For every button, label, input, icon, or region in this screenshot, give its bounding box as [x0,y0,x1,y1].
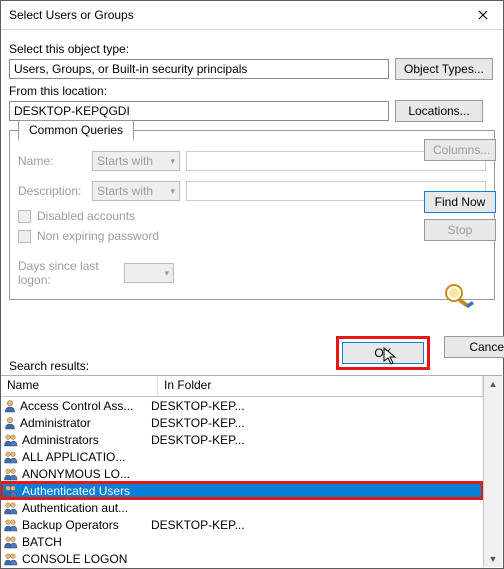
result-folder: DESKTOP-KEP... [147,518,483,532]
result-name: Access Control Ass... [20,399,133,413]
result-row[interactable]: Administrator DESKTOP-KEP... [1,414,483,431]
result-row[interactable]: BATCH [1,533,483,550]
tab-common-queries[interactable]: Common Queries [18,120,134,140]
chevron-down-icon: ▾ [170,186,175,197]
result-name: Backup Operators [22,518,119,532]
result-name: Administrators [22,433,99,447]
column-header-folder[interactable]: In Folder [158,376,483,396]
result-row[interactable]: Access Control Ass... DESKTOP-KEP... [1,397,483,414]
name-label: Name: [18,154,86,168]
result-name-cell: Administrators [1,433,147,447]
search-results: Name In Folder Access Control Ass... DESK… [1,375,502,567]
ok-button[interactable]: OK [342,342,424,364]
result-name-cell: Administrator [1,416,147,430]
name-mode-value: Starts with [97,154,153,168]
result-folder: DESKTOP-KEP... [147,433,483,447]
locations-button[interactable]: Locations... [395,100,483,122]
result-name-cell: Authenticated Users [1,484,147,498]
group-icon [3,433,19,447]
group-icon [3,450,19,464]
result-row[interactable]: Authentication aut... [1,499,483,516]
result-row[interactable]: Backup Operators DESKTOP-KEP... [1,516,483,533]
column-header-name[interactable]: Name [1,376,158,396]
group-icon [3,518,19,532]
user-icon [3,416,17,430]
non-expiring-label: Non expiring password [37,229,159,243]
result-name: Administrator [20,416,91,430]
ok-highlight: OK [336,336,430,370]
scroll-up-icon[interactable]: ▲ [484,376,502,392]
group-icon [3,467,19,481]
titlebar: Select Users or Groups [1,1,503,30]
group-icon [3,552,19,566]
result-name: ANONYMOUS LO... [22,467,130,481]
result-name-cell: Backup Operators [1,518,147,532]
object-type-label: Select this object type: [9,42,495,56]
result-folder: DESKTOP-KEP... [147,399,483,413]
description-mode-value: Starts with [97,184,153,198]
search-icon [424,281,496,309]
result-row[interactable]: Authenticated Users [1,482,483,499]
result-name: Authentication aut... [22,501,128,515]
result-name: Authenticated Users [22,484,130,498]
group-icon [3,535,19,549]
days-since-logon-select: ▾ [124,263,174,283]
columns-button: Columns... [424,139,496,161]
common-queries-panel: Common Queries Name: Starts with ▾ Descr… [9,130,495,300]
search-results-label: Search results: [9,359,89,373]
name-mode-select: Starts with ▾ [92,151,180,171]
non-expiring-checkbox [18,230,31,243]
user-icon [3,399,17,413]
window-title: Select Users or Groups [9,8,463,22]
close-button[interactable] [463,1,503,29]
description-mode-select: Starts with ▾ [92,181,180,201]
location-label: From this location: [9,84,495,98]
find-now-button[interactable]: Find Now [424,191,496,213]
result-name-cell: Access Control Ass... [1,399,147,413]
disabled-accounts-label: Disabled accounts [37,209,135,223]
group-icon [3,484,19,498]
scroll-down-icon[interactable]: ▼ [484,551,502,567]
result-row[interactable]: CONSOLE LOGON [1,550,483,567]
result-name-cell: ANONYMOUS LO... [1,467,147,481]
result-name: ALL APPLICATIO... [22,450,125,464]
result-folder: DESKTOP-KEP... [147,416,483,430]
chevron-down-icon: ▾ [170,156,175,167]
description-label: Description: [18,184,86,198]
object-types-button[interactable]: Object Types... [395,58,493,80]
days-since-logon-label: Days since last logon: [18,259,118,287]
object-type-field[interactable] [9,59,389,79]
group-icon [3,501,19,515]
result-name: CONSOLE LOGON [22,552,127,566]
stop-button: Stop [424,219,496,241]
result-name-cell: CONSOLE LOGON [1,552,147,566]
location-field[interactable] [9,101,389,121]
disabled-accounts-checkbox [18,210,31,223]
result-name: BATCH [22,535,62,549]
result-row[interactable]: ANONYMOUS LO... [1,465,483,482]
result-name-cell: BATCH [1,535,147,549]
close-icon [478,10,488,20]
cancel-button[interactable]: Cancel [444,336,504,358]
result-row[interactable]: Administrators DESKTOP-KEP... [1,431,483,448]
result-name-cell: Authentication aut... [1,501,147,515]
result-row[interactable]: ALL APPLICATIO... [1,448,483,465]
scrollbar[interactable]: ▲ ▼ [483,376,502,567]
result-name-cell: ALL APPLICATIO... [1,450,147,464]
chevron-down-icon: ▾ [164,268,169,279]
